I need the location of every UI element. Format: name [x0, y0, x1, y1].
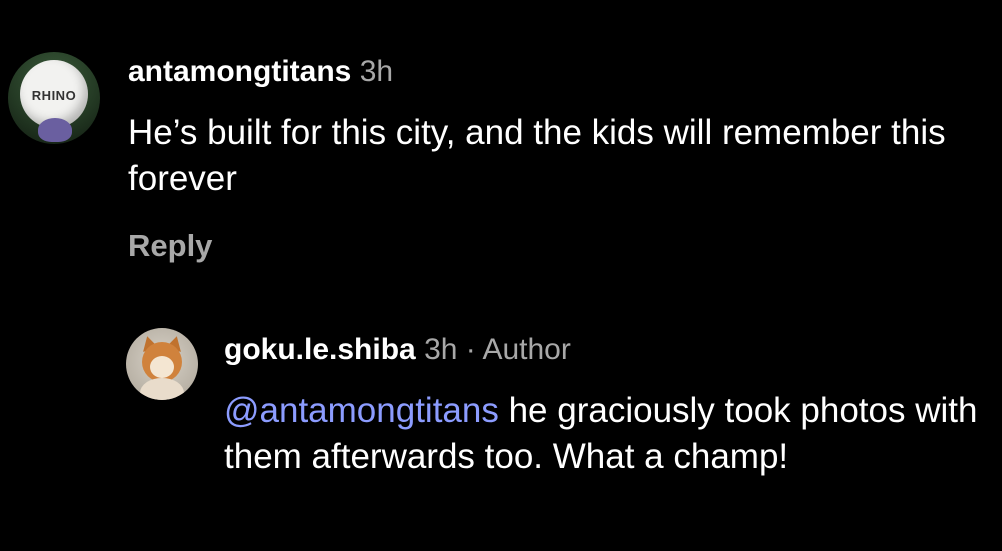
avatar-shirt	[38, 118, 72, 142]
avatar[interactable]: RHINO	[8, 52, 100, 144]
comment-text: He’s built for this city, and the kids w…	[128, 113, 946, 198]
reply-button[interactable]: Reply	[128, 228, 212, 264]
reply-header: goku.le.shiba 3h · Author	[224, 332, 571, 368]
comment-username[interactable]: antamongtitans	[128, 55, 351, 88]
avatar-logo-text: RHINO	[31, 88, 77, 103]
mention-link[interactable]: @antamongtitans	[224, 391, 499, 430]
reply-timestamp: 3h	[424, 333, 458, 366]
shiba-face-image	[150, 356, 174, 378]
reply-username[interactable]: goku.le.shiba	[224, 333, 416, 366]
reply-avatar[interactable]	[126, 328, 198, 400]
reply-separator: ·	[457, 333, 483, 366]
reply-text: @antamongtitans he graciously took photo…	[224, 388, 984, 480]
shiba-body-image	[140, 378, 184, 400]
comment-header: antamongtitans 3h	[128, 54, 393, 90]
comment-timestamp: 3h	[359, 55, 394, 88]
author-badge: Author	[482, 333, 571, 366]
